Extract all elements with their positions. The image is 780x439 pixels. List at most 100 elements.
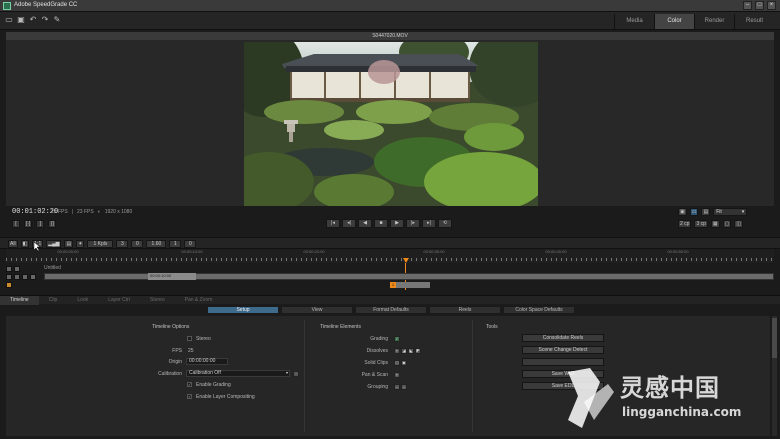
garden-scene-image [244, 42, 538, 206]
selection-tool-button[interactable]: ◧ [20, 240, 30, 248]
ruler-tick: 00:00:00:00 [57, 249, 79, 254]
tab-stereo[interactable]: Stereo [140, 296, 175, 305]
consolidate-reels-button[interactable]: Consolidate Reels [522, 334, 604, 342]
snapshot-icon[interactable]: ▣ [678, 208, 687, 216]
mark-in-button[interactable]: [ [12, 220, 20, 228]
safe-area-icon[interactable]: ▢ [722, 220, 732, 228]
tab-color-space-defaults[interactable]: Color Space Defaults [503, 306, 575, 314]
nav-tab-media[interactable]: Media [614, 14, 654, 29]
stereo-checkbox[interactable] [187, 336, 192, 341]
track-marker-icon[interactable] [6, 281, 12, 288]
tab-reels[interactable]: Reels [429, 306, 501, 314]
save-icon[interactable]: ▣ [17, 16, 25, 24]
grouping-controls: – – [394, 384, 407, 390]
timeline-ruler[interactable]: 00:00:00:00 00:00:10:00 00:00:20:00 00:0… [6, 249, 774, 263]
histogram-icon[interactable]: ▂▄▆ [46, 240, 62, 248]
track-audio-icon[interactable] [22, 273, 28, 280]
folder-icon[interactable]: ▭ [5, 16, 13, 24]
compare-icon[interactable]: ▤ [701, 208, 711, 216]
layers-icon[interactable]: ▤ [64, 240, 74, 248]
mark-out-button[interactable]: ] [36, 220, 45, 228]
nav-tab-render[interactable]: Render [694, 14, 734, 29]
maximize-button[interactable]: □ [755, 1, 764, 10]
grading-toggle[interactable]: ✓ [394, 336, 400, 342]
zoom-select[interactable]: Fit [713, 208, 748, 216]
toolbar-field-3[interactable]: 0 [131, 240, 144, 248]
loop-button[interactable]: ⟲ [438, 219, 452, 228]
scene-change-detect-button[interactable]: Scene Change Detect [522, 346, 604, 354]
grouping-toggle-2[interactable]: – [401, 384, 407, 390]
nav-tab-color[interactable]: Color [654, 14, 694, 29]
dissolves-label: Dissolves [366, 348, 388, 354]
origin-field[interactable]: 00:00:00:00 [186, 358, 228, 365]
calibration-reset-button[interactable]: · [293, 371, 299, 377]
previous-frame-button[interactable]: ◂| [342, 219, 356, 228]
nav-tab-result[interactable]: Result [734, 14, 774, 29]
play-reverse-button[interactable]: ◀ [358, 219, 372, 228]
tab-view[interactable]: View [281, 306, 353, 314]
undo-icon[interactable]: ↶ [29, 16, 37, 24]
fps-value: 25 [188, 348, 194, 354]
wrench-icon[interactable]: ✎ [53, 16, 61, 24]
view-mode-button[interactable]: ▭ [689, 208, 699, 216]
title-bar: Adobe SpeedGrade CC – □ × [0, 0, 780, 12]
dissolve-type-3[interactable]: ◣ [408, 348, 414, 354]
zoom-option-1[interactable]: 2 cp [678, 220, 692, 228]
track-visible-icon[interactable] [14, 265, 20, 272]
next-frame-button[interactable]: |▸ [406, 219, 420, 228]
track-lock-icon[interactable] [6, 273, 12, 280]
close-button[interactable]: × [767, 1, 776, 10]
grid-icon[interactable]: ▦ [710, 220, 720, 228]
track-lock-icon[interactable] [6, 265, 12, 272]
clip-marker[interactable] [390, 282, 430, 288]
enable-layer-compositing-checkbox[interactable]: ✓ [187, 394, 192, 399]
enable-grading-checkbox[interactable]: ✓ [187, 382, 192, 387]
tab-timeline[interactable]: Timeline [0, 295, 39, 305]
all-button[interactable]: All [8, 240, 18, 248]
calibration-select[interactable]: Calibration Off [186, 370, 290, 377]
video-frame[interactable] [244, 42, 538, 206]
pan-scan-toggle[interactable]: ▪ [394, 372, 400, 378]
main-nav: Media Color Render Result [614, 14, 774, 29]
mark-range-button[interactable]: [·] [24, 220, 33, 228]
tab-look[interactable]: Look [67, 296, 98, 305]
zoom-option-2[interactable]: 3 cp [694, 220, 708, 228]
toolbar-field-6[interactable]: 0 [184, 240, 197, 248]
toolbar-field-2[interactable]: 3 [116, 240, 129, 248]
solid-clips-controls: □ ■ [394, 360, 407, 366]
go-to-end-button[interactable]: ▸| [422, 219, 436, 228]
tab-clip[interactable]: Clip [39, 296, 68, 305]
dissolve-type-2[interactable]: ◢ [401, 348, 407, 354]
grouping-toggle-1[interactable]: – [394, 384, 400, 390]
go-to-start-button[interactable]: |◂ [326, 219, 340, 228]
grouping-label: Grouping [367, 384, 388, 390]
tab-setup[interactable]: Setup [207, 306, 279, 314]
play-button[interactable]: ▶ [390, 219, 404, 228]
view-options-secondary: 2 cp 3 cp ▦ ▢ ◫ [678, 220, 744, 228]
track-mute-icon[interactable] [30, 273, 36, 280]
ruler-tick: 00:00:30:00 [423, 249, 445, 254]
overlay-icon[interactable]: ◫ [734, 220, 744, 228]
stop-button[interactable]: ■ [374, 219, 388, 228]
minimize-button[interactable]: – [743, 1, 752, 10]
clear-marks-button[interactable]: {} [48, 220, 57, 228]
toolbar-field-4[interactable]: 1.60 [146, 240, 167, 248]
tab-format-defaults[interactable]: Format Defaults [355, 306, 427, 314]
dissolve-type-4[interactable]: ◤ [415, 348, 421, 354]
dissolves-controls: ▪ ◢ ◣ ◤ [394, 348, 421, 354]
redo-icon[interactable]: ↷ [41, 16, 49, 24]
ruler-tick: 00:00:20:00 [303, 249, 325, 254]
clip-marker-number: 1 [390, 282, 396, 288]
solid-clip-toggle-1[interactable]: □ [394, 360, 400, 366]
settings-icon[interactable]: ✦ [76, 240, 85, 248]
toolbar-field-5[interactable]: 1 [169, 240, 182, 248]
track-eye-icon[interactable] [14, 273, 20, 280]
dissolve-type-1[interactable]: ▪ [394, 348, 400, 354]
tab-layer-ctrl[interactable]: Layer Ctrl [98, 296, 140, 305]
toolbar-field-1[interactable]: 1 Kpls [87, 240, 114, 248]
solid-clip-toggle-2[interactable]: ■ [401, 360, 407, 366]
tab-pan-zoom[interactable]: Pan & Zoom [175, 296, 223, 305]
clip-block[interactable]: 00:00:10:00 [148, 273, 196, 280]
scrollbar-thumb[interactable] [772, 318, 777, 358]
loop-icon[interactable]: ◐ [98, 209, 101, 215]
